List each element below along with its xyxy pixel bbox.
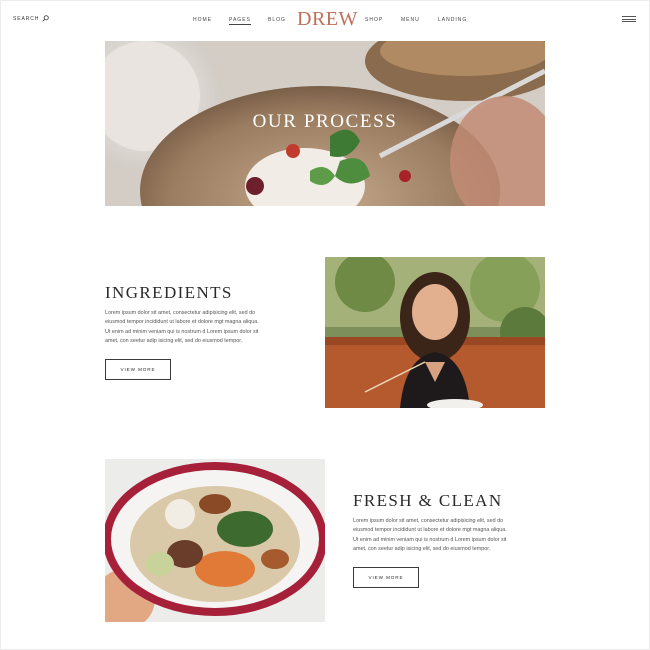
search-icon <box>42 15 49 22</box>
text-line: Lorem ipsum dolor sit amet, consectetur … <box>105 310 256 316</box>
text-line: amet, con seetur adip isicing elit, sed … <box>353 545 491 552</box>
fresh-clean-view-more-button[interactable]: VIEW MORE <box>353 567 419 588</box>
nav-landing[interactable]: LANDING <box>438 17 467 23</box>
site-logo[interactable]: DREW <box>297 8 358 31</box>
fresh-clean-title: FRESH & CLEAN <box>353 491 503 510</box>
search-label: SEARCH <box>13 15 40 22</box>
nav-blog[interactable]: BLOG <box>268 17 286 23</box>
text-line: Lorem ipsum dolor sit amet, consectetur … <box>353 518 504 524</box>
search-button[interactable]: SEARCH <box>13 15 49 22</box>
site-header: SEARCH HOME PAGES BLOG DREW SHOP MENU LA… <box>0 0 650 40</box>
nav-shop[interactable]: SHOP <box>365 17 383 23</box>
text-line: Ut enim ad minim veniam qui is nostrum d… <box>105 328 259 335</box>
text-line: amet, con seetur adip isicing elit, sed … <box>105 337 243 344</box>
ingredients-title: INGREDIENTS <box>105 283 233 302</box>
text-line: eiusmod tempor incididunt ut labore et d… <box>105 319 259 326</box>
hero-title: OUR PROCESS <box>252 111 398 132</box>
nav-pages[interactable]: PAGES <box>229 17 251 25</box>
ingredients-text: Lorem ipsum dolor sit amet, consectetur … <box>105 309 259 346</box>
woman-eating-photo <box>325 257 545 408</box>
text-line: Ut enim ad minim veniam qui is nostrum d… <box>353 536 507 543</box>
salad-bowl-photo <box>105 459 325 622</box>
text-line: eiusmod tempor incididunt ut labore et d… <box>353 527 507 534</box>
hamburger-menu-icon[interactable] <box>622 16 636 22</box>
ingredients-view-more-button[interactable]: VIEW MORE <box>105 359 171 380</box>
nav-home[interactable]: HOME <box>193 17 212 23</box>
nav-menu[interactable]: MENU <box>401 17 420 23</box>
fresh-clean-text: Lorem ipsum dolor sit amet, consectetur … <box>353 517 507 554</box>
hero-banner: OUR PROCESS <box>105 41 545 206</box>
